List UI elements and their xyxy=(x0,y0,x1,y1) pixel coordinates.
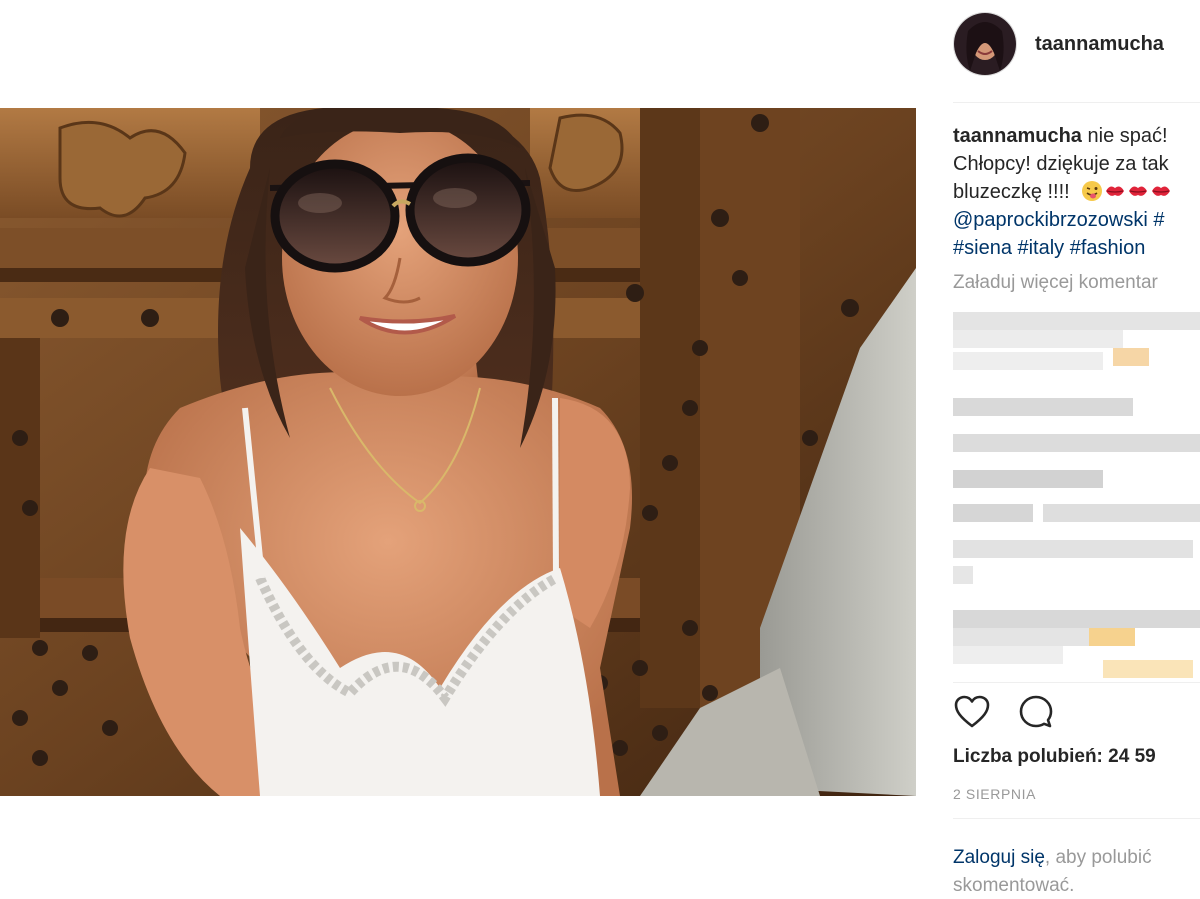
blurred-line xyxy=(1043,504,1200,522)
instagram-post: taannamucha taannamucha nie spać! Chłopc… xyxy=(0,0,1200,899)
winking-face-tongue-icon xyxy=(1082,181,1103,201)
post-header: taannamucha xyxy=(953,12,1200,76)
post-photo-image xyxy=(0,108,916,796)
heart-icon xyxy=(954,695,990,728)
likes-count[interactable]: Liczba polubień: 24 59 xyxy=(953,746,1156,768)
blurred-line xyxy=(953,504,1033,522)
blurred-line xyxy=(953,566,973,584)
header-divider xyxy=(953,102,1200,103)
post-actions xyxy=(953,694,1055,730)
login-link[interactable]: Zaloguj się xyxy=(953,847,1045,868)
comment-button[interactable] xyxy=(1017,694,1055,730)
comment-icon xyxy=(1019,695,1053,728)
caption-hashtags[interactable]: #siena #italy #fashion xyxy=(953,234,1200,262)
blurred-line xyxy=(953,470,1103,488)
blurred-line xyxy=(1103,660,1193,678)
blurred-line xyxy=(953,610,1200,628)
footer-divider xyxy=(953,818,1200,819)
blurred-line xyxy=(953,628,1093,646)
load-more-comments-button[interactable]: Załaduj więcej komentar xyxy=(953,272,1158,294)
post-username[interactable]: taannamucha xyxy=(1035,33,1164,56)
blurred-line xyxy=(953,540,1193,558)
login-prompt-text: , aby polubić xyxy=(1044,847,1152,868)
blurred-comments xyxy=(953,312,1200,682)
avatar[interactable] xyxy=(953,12,1017,76)
caption-mention[interactable]: @paprockibrzozowski # xyxy=(953,206,1200,234)
avatar-image xyxy=(954,13,1016,75)
post-date[interactable]: 2 SIERPNIA xyxy=(953,786,1036,802)
blurred-line xyxy=(953,312,1200,330)
caption-line-1: taannamucha nie spać! xyxy=(953,122,1200,150)
caption-text-3: bluzeczkę !!!! xyxy=(953,181,1070,203)
blurred-line xyxy=(953,398,1133,416)
login-prompt: Zaloguj się, aby polubić skomentować. xyxy=(953,844,1200,899)
blurred-line xyxy=(953,330,1123,348)
comments-divider xyxy=(953,682,1200,683)
caption-text-2: Chłopcy! dziękuje za tak xyxy=(953,153,1169,175)
login-prompt-text-2: skomentować. xyxy=(953,875,1075,896)
blurred-line xyxy=(1113,348,1149,366)
blurred-line xyxy=(1089,628,1135,646)
kiss-mark-icon xyxy=(1106,186,1125,196)
kiss-mark-icon xyxy=(1129,186,1148,196)
caption-line-3: bluzeczkę !!!! xyxy=(953,178,1200,206)
caption-username[interactable]: taannamucha xyxy=(953,125,1082,147)
caption-text-1: nie spać! xyxy=(1087,125,1168,147)
like-button[interactable] xyxy=(953,694,991,730)
blurred-line xyxy=(953,352,1103,370)
post-sidebar: taannamucha taannamucha nie spać! Chłopc… xyxy=(953,0,1200,899)
blurred-line xyxy=(953,646,1063,664)
post-caption: taannamucha nie spać! Chłopcy! dziękuje … xyxy=(953,122,1200,262)
post-photo[interactable] xyxy=(0,108,916,796)
caption-emoji xyxy=(1081,180,1172,202)
blurred-line xyxy=(953,434,1200,452)
kiss-mark-icon xyxy=(1152,186,1171,196)
